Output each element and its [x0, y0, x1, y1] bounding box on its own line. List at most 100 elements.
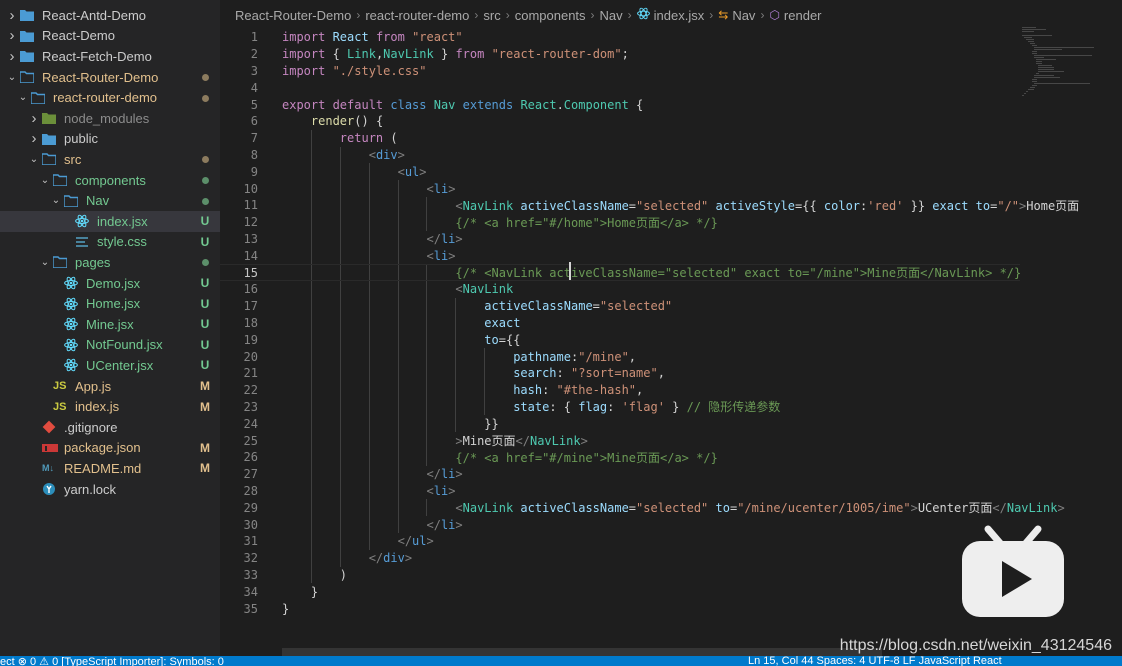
code-line[interactable]: 21 search: "?sort=name", — [220, 365, 1020, 382]
explorer-item-demo-jsx[interactable]: Demo.jsx U — [0, 273, 220, 294]
git-status-badge: M — [200, 461, 210, 476]
chevron-down-icon[interactable]: ⌄ — [37, 257, 53, 268]
explorer-item-index-js[interactable]: JS index.js M — [0, 396, 220, 417]
breadcrumb-item[interactable]: src — [483, 8, 500, 23]
explorer-item-react-antd-demo[interactable]: › React-Antd-Demo — [0, 5, 220, 26]
breadcrumb-item[interactable]: index.jsx — [654, 8, 705, 23]
code-line[interactable]: 29 <NavLink activeClassName="selected" t… — [220, 499, 1065, 516]
status-left[interactable]: ect ⊗ 0 ⚠ 0 [TypeScript Importer]: Symbo… — [0, 656, 224, 666]
status-dot — [198, 194, 212, 208]
explorer-item-react-demo[interactable]: › React-Demo — [0, 26, 220, 47]
code-line[interactable]: 12 {/* <a href="#/home">Home页面</a> */} — [220, 214, 1020, 231]
code-line[interactable]: 3 import "./style.css" — [220, 63, 1020, 80]
code-line[interactable]: 30 </li> — [220, 516, 1020, 533]
code-line[interactable]: 1 import React from "react" — [220, 29, 1020, 46]
explorer-item-public[interactable]: › public — [0, 129, 220, 150]
chevron-right-icon[interactable]: › — [4, 48, 20, 65]
explorer-item-notfound-jsx[interactable]: NotFound.jsx U — [0, 335, 220, 356]
code-line[interactable]: 11 <NavLink activeClassName="selected" a… — [220, 197, 1080, 214]
code-line[interactable]: 6 render() { — [220, 113, 1020, 130]
chevron-right-icon[interactable]: › — [4, 27, 20, 44]
explorer-item-components[interactable]: ⌄ components — [0, 170, 220, 191]
explorer-item-nav[interactable]: ⌄ Nav — [0, 190, 220, 211]
chevron-down-icon[interactable]: ⌄ — [4, 72, 20, 83]
code-text: import "./style.css" — [282, 63, 427, 78]
code-text: </ul> — [397, 534, 434, 549]
chevron-down-icon[interactable]: ⌄ — [26, 154, 42, 165]
explorer-item-yarn-lock[interactable]: yarn.lock — [0, 479, 220, 500]
breadcrumb-item[interactable]: components — [515, 8, 586, 23]
git-status-badge: U — [200, 214, 210, 229]
code-text: export default class Nav extends React.C… — [282, 97, 644, 112]
chevron-right-icon[interactable]: › — [26, 130, 42, 147]
line-number: 22 — [243, 383, 258, 398]
js-file-icon: JS — [53, 400, 67, 413]
code-line[interactable]: 20 pathname:"/mine", — [220, 348, 1020, 365]
code-line[interactable]: 14 <li> — [220, 247, 1020, 264]
chevron-right-icon[interactable]: › — [26, 110, 42, 127]
breadcrumb-item[interactable]: React-Router-Demo — [235, 8, 351, 23]
explorer-item-pages[interactable]: ⌄ pages — [0, 252, 220, 273]
explorer-item-mine-jsx[interactable]: Mine.jsx U — [0, 314, 220, 335]
chevron-down-icon[interactable]: ⌄ — [37, 175, 53, 186]
explorer-item-readme-md[interactable]: M↓ README.md M — [0, 458, 220, 479]
code-line[interactable]: 26 {/* <a href="#/mine">Mine页面</a> */} — [220, 449, 1020, 466]
chevron-down-icon[interactable]: ⌄ — [15, 92, 31, 103]
explorer-item-index-jsx[interactable]: index.jsx U — [0, 211, 220, 232]
explorer-item-react-fetch-demo[interactable]: › React-Fetch-Demo — [0, 46, 220, 67]
explorer-item-home-jsx[interactable]: Home.jsx U — [0, 293, 220, 314]
code-line[interactable]: 35} — [220, 600, 1020, 617]
breadcrumb-item[interactable]: render — [784, 8, 822, 23]
js-file-icon: JS — [53, 380, 67, 393]
explorer-item-label: Demo.jsx — [86, 275, 141, 291]
code-line[interactable]: 23 state: { flag: 'flag' } // 隐形传递参数 — [220, 399, 1020, 416]
git-status-badge: U — [200, 234, 210, 249]
code-line[interactable]: 9 <ul> — [220, 163, 1020, 180]
breadcrumb-item[interactable]: Nav — [600, 8, 623, 23]
explorer-item-package-json[interactable]: package.json M — [0, 438, 220, 459]
breadcrumb-item[interactable]: Nav — [732, 8, 755, 23]
explorer-item-gitignore[interactable]: .gitignore — [0, 417, 220, 438]
code-line[interactable]: 18 exact — [220, 315, 1020, 332]
code-line[interactable]: 33 ) — [220, 567, 1020, 584]
chevron-down-icon[interactable]: ⌄ — [48, 195, 64, 206]
code-line[interactable]: 16 <NavLink — [220, 281, 1020, 298]
code-line[interactable]: 15 {/* <NavLink activeClassName="selecte… — [220, 264, 1021, 281]
npm-icon — [42, 441, 60, 455]
code-line[interactable]: 17 activeClassName="selected" — [220, 298, 1020, 315]
line-number: 2 — [250, 47, 258, 62]
code-line[interactable]: 22 hash: "#the-hash", — [220, 382, 1020, 399]
code-line[interactable]: 25 >Mine页面</NavLink> — [220, 432, 1020, 449]
line-number: 4 — [250, 80, 258, 95]
explorer-item-style-css[interactable]: style.css U — [0, 232, 220, 253]
breadcrumb-item[interactable]: react-router-demo — [365, 8, 469, 23]
code-line[interactable]: 27 </li> — [220, 466, 1020, 483]
code-text: </li> — [426, 517, 463, 532]
code-line[interactable]: 34 } — [220, 583, 1020, 600]
code-line[interactable]: 2 import { Link,NavLink } from "react-rou… — [220, 46, 1020, 63]
code-line[interactable]: 5 export default class Nav extends React.… — [220, 96, 1020, 113]
status-right[interactable]: Ln 15, Col 44 Spaces: 4 UTF-8 LF JavaScr… — [748, 656, 1002, 666]
code-line[interactable]: 28 <li> — [220, 483, 1020, 500]
explorer-item-react-router-demo[interactable]: ⌄ react-router-demo — [0, 87, 220, 108]
explorer-item-ucenter-jsx[interactable]: UCenter.jsx U — [0, 355, 220, 376]
folder-open-icon — [20, 70, 38, 84]
explorer-item-react-router-demo[interactable]: ⌄ React-Router-Demo — [0, 67, 220, 88]
horizontal-scrollbar[interactable] — [282, 648, 882, 656]
code-line[interactable]: 7 return ( — [220, 130, 1020, 147]
code-line[interactable]: 19 to={{ — [220, 331, 1020, 348]
chevron-right-icon[interactable]: › — [4, 7, 20, 24]
minimap[interactable] — [1020, 25, 1100, 105]
explorer-item-app-js[interactable]: JS App.js M — [0, 376, 220, 397]
code-line[interactable]: 8 <div> — [220, 147, 1020, 164]
code-line[interactable]: 32 </div> — [220, 550, 1020, 567]
code-line[interactable]: 24 }} — [220, 415, 1020, 432]
code-line[interactable]: 10 <li> — [220, 180, 1020, 197]
code-line[interactable]: 31 </ul> — [220, 533, 1020, 550]
explorer-item-node-modules[interactable]: › node_modules — [0, 108, 220, 129]
code-line[interactable]: 4 — [220, 79, 1020, 96]
code-area[interactable]: 1 import React from "react" 2 import { Link… — [220, 25, 1080, 625]
explorer-item-src[interactable]: ⌄ src — [0, 149, 220, 170]
code-line[interactable]: 13 </li> — [220, 231, 1020, 248]
line-number: 9 — [250, 164, 258, 179]
